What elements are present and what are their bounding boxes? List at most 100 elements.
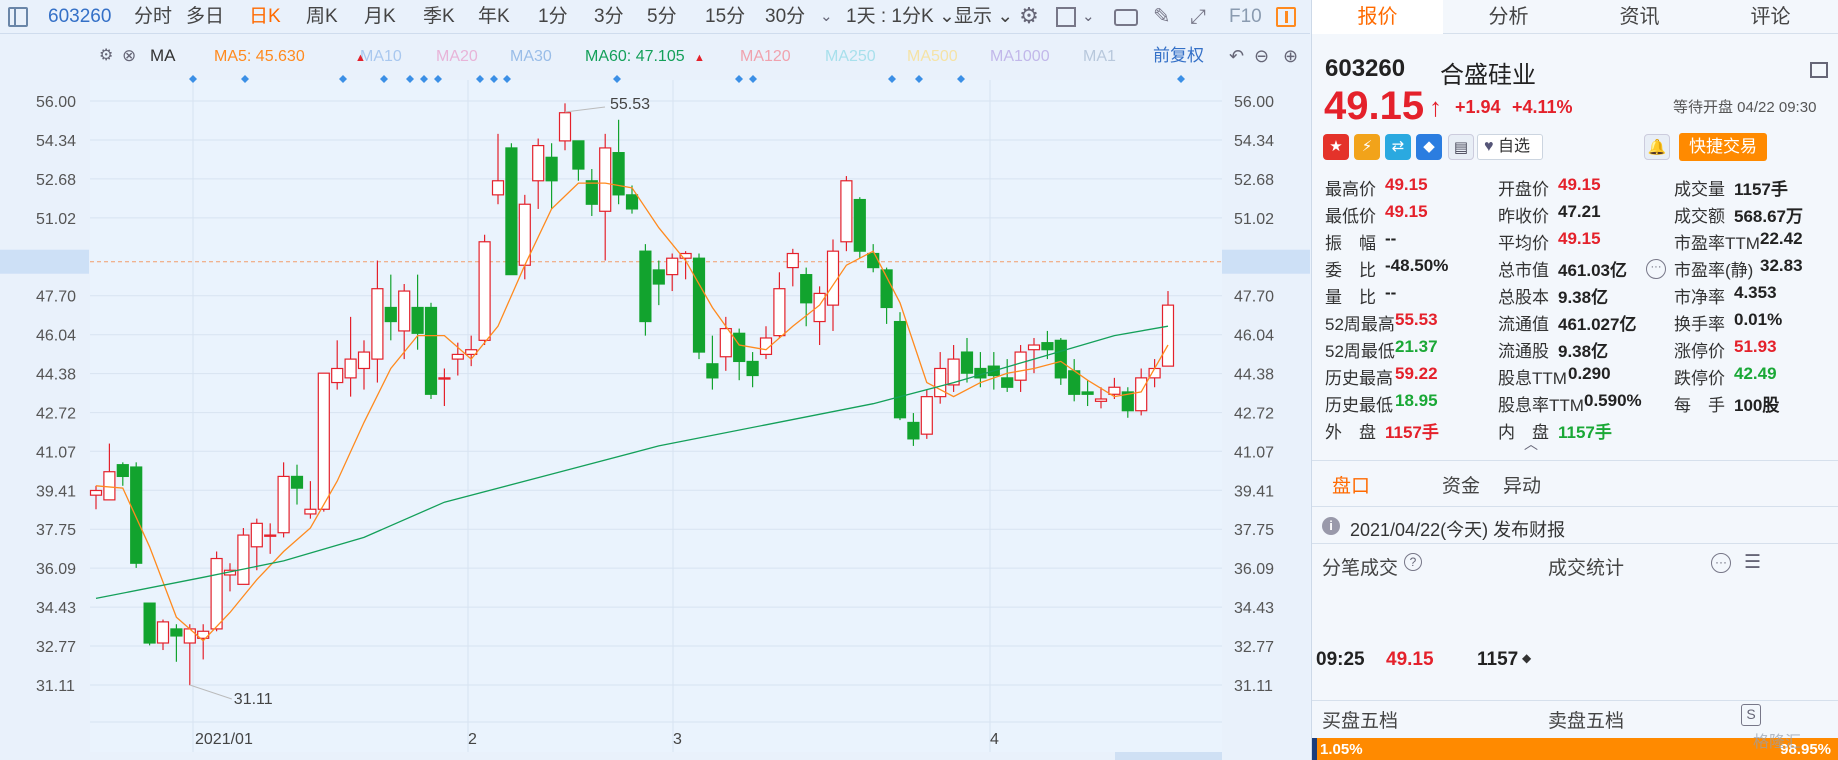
period-9[interactable]: 5分: [647, 0, 677, 34]
candle[interactable]: [478, 234, 491, 346]
candle-body: [746, 360, 759, 377]
period-8[interactable]: 3分: [594, 0, 624, 34]
period-6[interactable]: 年K: [478, 0, 510, 34]
more-icon[interactable]: ···: [1711, 553, 1731, 573]
ma-item-6[interactable]: MA250: [825, 48, 876, 65]
stat-value: --: [1385, 229, 1397, 248]
scroll-thumb[interactable]: [1115, 752, 1222, 760]
sub-tab-2[interactable]: 异动: [1503, 471, 1541, 498]
checkbox-icon[interactable]: [1056, 7, 1076, 27]
candle-body: [545, 156, 558, 182]
candle-body: [1161, 304, 1175, 367]
list-icon[interactable]: ☰: [1744, 551, 1761, 574]
candle-body: [840, 180, 853, 243]
period-1[interactable]: 多日: [186, 0, 224, 34]
period-3[interactable]: 周K: [306, 0, 338, 34]
bell-icon[interactable]: 🔔: [1644, 134, 1670, 160]
china-flag-icon[interactable]: ★: [1323, 134, 1349, 160]
display-dropdown[interactable]: 显示 ⌄: [954, 0, 1013, 34]
candle-body: [491, 180, 505, 196]
kline-chart-area[interactable]: ⚙ ⊗ MA MA5: 45.630 MA10 MA20 MA30 MA60: 47.105 M…: [0, 34, 1310, 760]
quote-tab-1[interactable]: 分析: [1443, 0, 1574, 34]
exchange-icon[interactable]: ⇄: [1385, 134, 1411, 160]
ma-item-3[interactable]: MA30: [510, 48, 552, 65]
more-icon[interactable]: ···: [1646, 259, 1666, 279]
stat-value: 0.290: [1568, 364, 1611, 383]
chevron-down-icon[interactable]: ⌄: [1082, 0, 1095, 34]
layout-toggle-icon[interactable]: [1810, 62, 1828, 78]
ma-item-5[interactable]: MA120: [740, 48, 791, 65]
stat-label: 涨停价: [1674, 342, 1725, 361]
ma-item-7[interactable]: MA500: [907, 48, 958, 65]
zoom-out-icon[interactable]: ⊖: [1254, 46, 1269, 66]
up-triangle-icon: ▲: [694, 52, 705, 64]
help-icon[interactable]: ?: [1404, 553, 1422, 571]
candle[interactable]: [893, 312, 907, 421]
y-tick-right: 46.04: [1234, 328, 1274, 345]
chevron-down-icon[interactable]: ⌄: [820, 0, 833, 34]
kline-chart[interactable]: ⚙ ⊗ MA MA5: 45.630 MA10 MA20 MA30 MA60: 47.105 M…: [0, 34, 1310, 760]
ma-item-4[interactable]: MA60: 47.105: [585, 48, 685, 65]
candle[interactable]: [143, 602, 156, 646]
collapse-icon[interactable]: ︿: [1524, 434, 1538, 454]
candle-body: [1094, 398, 1108, 402]
ma-label: MA: [150, 46, 176, 65]
adjust-button[interactable]: 前复权: [1153, 46, 1204, 65]
settings-icon[interactable]: ⚙: [1018, 5, 1040, 27]
tag-icon[interactable]: ◆: [1416, 134, 1442, 160]
period-2[interactable]: 日K: [249, 0, 281, 34]
candle[interactable]: [424, 302, 438, 399]
candle[interactable]: [237, 528, 250, 585]
period-7[interactable]: 1分: [538, 0, 568, 34]
quote-tab-0[interactable]: 报价: [1312, 0, 1443, 34]
period-10[interactable]: 15分: [705, 0, 745, 34]
candle[interactable]: [130, 462, 143, 568]
stat-value: 9.38亿: [1558, 342, 1609, 361]
candle[interactable]: [317, 372, 330, 512]
panel-toggle-icon[interactable]: [1276, 7, 1296, 27]
candle-body: [411, 306, 424, 334]
ma-item-1[interactable]: MA10: [360, 48, 402, 65]
y-tick-left: 37.75: [36, 522, 76, 539]
close-icon[interactable]: ⊗: [122, 46, 136, 65]
earnings-notice[interactable]: 2021/04/22(今天) 发布财报: [1350, 516, 1565, 542]
quick-trade-button[interactable]: 快捷交易: [1679, 133, 1767, 161]
ma-item-2[interactable]: MA20: [436, 48, 478, 65]
zoom-in-icon[interactable]: ⊕: [1283, 46, 1298, 66]
lightning-icon[interactable]: ⚡: [1354, 134, 1380, 160]
stat-label: 外 盘: [1325, 423, 1376, 442]
candle[interactable]: [853, 197, 866, 259]
candle[interactable]: [840, 176, 853, 252]
candle[interactable]: [639, 244, 652, 336]
candle[interactable]: [692, 253, 706, 360]
timeframe-dropdown[interactable]: 1天 : 1分K ⌄: [846, 0, 955, 34]
candle[interactable]: [920, 389, 933, 439]
ma-item-8[interactable]: MA1000: [990, 48, 1050, 65]
period-5[interactable]: 季K: [423, 0, 455, 34]
stat-value: 1157手: [1385, 423, 1439, 442]
candle-body: [143, 602, 156, 644]
pencil-icon[interactable]: ✎: [1153, 6, 1175, 28]
ma-item-0[interactable]: MA5: 45.630: [214, 48, 305, 65]
candle[interactable]: [505, 143, 518, 276]
camera-icon[interactable]: [1114, 9, 1138, 26]
quote-tab-2[interactable]: 资讯: [1574, 0, 1705, 34]
settings-icon[interactable]: ⚙: [99, 47, 113, 64]
f10-button[interactable]: F10: [1229, 0, 1262, 34]
candle-body: [451, 353, 464, 360]
ma-item-9[interactable]: MA1: [1083, 48, 1116, 65]
notebook-icon[interactable]: ▤: [1448, 134, 1474, 160]
quote-tab-3[interactable]: 评论: [1705, 0, 1836, 34]
stat-value: 49.15: [1385, 202, 1428, 221]
sub-tab-1[interactable]: 资金: [1442, 471, 1480, 498]
period-11[interactable]: 30分: [765, 0, 805, 34]
sub-tab-0[interactable]: 盘口: [1332, 471, 1370, 498]
period-0[interactable]: 分时: [134, 0, 172, 34]
watchlist-button[interactable]: ♥ 自选: [1477, 134, 1543, 160]
period-4[interactable]: 月K: [364, 0, 396, 34]
candle[interactable]: [210, 551, 223, 632]
sidebar-toggle-icon[interactable]: [8, 7, 28, 27]
fullscreen-icon[interactable]: ⤢: [1190, 6, 1212, 28]
s-icon[interactable]: S: [1741, 704, 1761, 726]
undo-icon[interactable]: ↶: [1229, 46, 1244, 66]
